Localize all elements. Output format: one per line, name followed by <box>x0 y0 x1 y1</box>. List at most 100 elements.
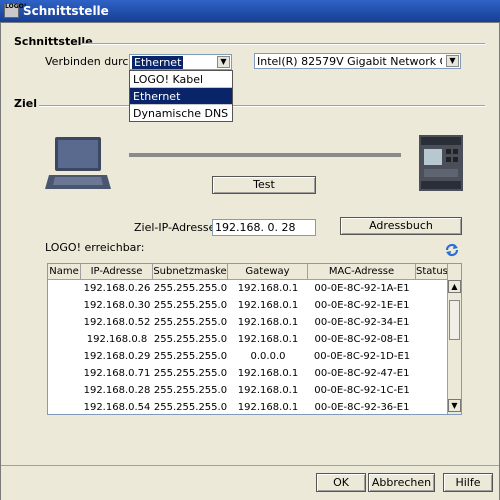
column-header-status[interactable]: Status <box>416 264 448 279</box>
cell-ip: 192.168.0.54 <box>83 402 151 413</box>
cell-gateway: 192.168.0.1 <box>237 334 299 345</box>
cell-name <box>48 298 81 314</box>
dialog-footer: OK Abbrechen Hilfe <box>1 465 499 500</box>
cell-name <box>48 281 81 297</box>
adapter-combo-value: Intel(R) 82579V Gigabit Network Con... <box>257 55 442 68</box>
cell-mac: 00-0E-8C-92-1C-E1 <box>314 385 410 396</box>
cell-mac: 00-0E-8C-92-1A-E1 <box>314 283 410 294</box>
interface-section-title: Schnittstelle <box>14 35 93 48</box>
cell-status <box>416 298 448 314</box>
cell-gateway: 192.168.0.1 <box>237 402 299 413</box>
dropdown-option-dynamic-dns[interactable]: Dynamische DNS <box>130 105 232 122</box>
interface-divider <box>81 43 485 45</box>
cell-gateway: 192.168.0.1 <box>237 317 299 328</box>
column-header-mask[interactable]: Subnetzmaske <box>153 264 228 279</box>
table-row[interactable]: 192.168.0.30 255.255.255.0 192.168.0.1 00-0… <box>48 298 447 314</box>
scroll-thumb[interactable] <box>449 300 460 340</box>
chevron-down-icon[interactable]: ▼ <box>217 56 230 68</box>
table-row[interactable]: 192.168.0.54 255.255.255.0 192.168.0.1 00-0… <box>48 400 448 414</box>
logo-app-icon: LOGO! <box>4 3 26 18</box>
cell-name <box>48 383 81 399</box>
target-divider <box>39 105 485 107</box>
column-header-name[interactable]: Name <box>48 264 81 279</box>
scroll-down-arrow-icon[interactable]: ▼ <box>448 399 461 412</box>
cell-status <box>416 400 448 414</box>
cell-gateway: 0.0.0.0 <box>250 351 286 362</box>
cell-name <box>48 400 81 414</box>
table-scrollbar[interactable]: ▲ ▼ <box>447 264 461 414</box>
column-header-ip[interactable]: IP-Adresse <box>81 264 153 279</box>
cell-mac: 00-0E-8C-92-47-E1 <box>314 368 410 379</box>
cell-status <box>416 332 448 348</box>
dropdown-option-ethernet[interactable]: Ethernet <box>130 88 232 105</box>
refresh-icon[interactable] <box>444 242 460 258</box>
target-section-title: Ziel <box>14 97 37 110</box>
cell-mac: 00-0E-8C-92-34-E1 <box>314 317 410 328</box>
cell-ip: 192.168.0.29 <box>83 351 151 362</box>
table-row[interactable]: 192.168.0.52 255.255.255.0 192.168.0.1 00-0… <box>48 315 447 331</box>
target-ip-label: Ziel-IP-Adresse: <box>134 221 220 234</box>
dialog-body: Schnittstelle Verbinden durch: Ethernet … <box>0 22 500 500</box>
adapter-combo[interactable]: Intel(R) 82579V Gigabit Network Con... ▼ <box>254 53 461 69</box>
cell-mask: 255.255.255.0 <box>153 317 228 328</box>
cell-mask: 255.255.255.0 <box>153 385 228 396</box>
cell-ip: 192.168.0.26 <box>83 283 151 294</box>
cell-mask: 255.255.255.0 <box>153 283 228 294</box>
column-header-mac[interactable]: MAC-Adresse <box>308 264 416 279</box>
cell-status <box>416 315 448 331</box>
cell-name <box>48 315 81 331</box>
cell-name <box>48 366 81 382</box>
table-row[interactable]: 192.168.0.26 255.255.255.0 192.168.0.1 00-0… <box>48 281 447 297</box>
ok-button[interactable]: OK <box>316 473 366 492</box>
cell-status <box>416 281 448 297</box>
cell-gateway: 192.168.0.1 <box>237 385 299 396</box>
connect-combo-value: Ethernet <box>132 56 184 69</box>
cell-mac: 00-0E-8C-92-36-E1 <box>314 402 410 413</box>
cell-mask: 255.255.255.0 <box>153 334 228 345</box>
connect-dropdown-list[interactable]: LOGO! Kabel Ethernet Dynamische DNS <box>129 70 233 122</box>
scroll-up-arrow-icon[interactable]: ▲ <box>448 280 461 293</box>
column-header-gateway[interactable]: Gateway <box>228 264 308 279</box>
table-row[interactable]: 192.168.0.28 255.255.255.0 192.168.0.1 00-0… <box>48 383 447 399</box>
reachable-label: LOGO! erreichbar: <box>45 241 145 254</box>
window-title: Schnittstelle <box>23 4 109 18</box>
test-button[interactable]: Test <box>212 176 316 194</box>
cell-gateway: 192.168.0.1 <box>237 283 299 294</box>
cell-ip: 192.168.0.71 <box>83 368 151 379</box>
cell-mask: 255.255.255.0 <box>153 300 228 311</box>
cell-ip: 192.168.0.30 <box>83 300 151 311</box>
title-bar: LOGO! Schnittstelle <box>0 0 500 22</box>
cell-mask: 255.255.255.0 <box>153 368 228 379</box>
table-row[interactable]: 192.168.0.71 255.255.255.0 192.168.0.1 00-0… <box>48 366 447 382</box>
logo-device-icon <box>419 135 463 191</box>
cell-ip: 192.168.0.28 <box>83 385 151 396</box>
connect-label: Verbinden durch: <box>45 55 140 68</box>
cell-name <box>48 349 81 365</box>
target-ip-input[interactable]: 192.168. 0. 28 <box>212 219 316 236</box>
device-table[interactable]: Name IP-Adresse Subnetzmaske Gateway MAC… <box>47 263 462 415</box>
cell-mask: 255.255.255.0 <box>153 351 228 362</box>
cell-ip: 192.168.0.8 <box>86 334 148 345</box>
help-button[interactable]: Hilfe <box>443 473 493 492</box>
dropdown-option-logo-cable[interactable]: LOGO! Kabel <box>130 71 232 88</box>
laptop-icon <box>45 135 111 191</box>
cell-name <box>48 332 81 348</box>
connection-line <box>129 153 401 157</box>
table-header: Name IP-Adresse Subnetzmaske Gateway MAC… <box>48 264 448 280</box>
connect-combo[interactable]: Ethernet ▼ <box>129 54 232 70</box>
cell-mac: 00-0E-8C-92-1E-E1 <box>314 300 410 311</box>
cell-mac: 00-0E-8C-92-08-E1 <box>314 334 410 345</box>
cell-status <box>416 366 448 382</box>
cell-status <box>416 349 448 365</box>
cell-mask: 255.255.255.0 <box>153 402 228 413</box>
cell-mac: 00-0E-8C-92-1D-E1 <box>313 351 411 362</box>
table-row[interactable]: 192.168.0.29 255.255.255.0 0.0.0.0 00-0E-8C… <box>48 349 447 365</box>
cell-status <box>416 383 448 399</box>
cancel-button[interactable]: Abbrechen <box>368 473 435 492</box>
cell-gateway: 192.168.0.1 <box>237 368 299 379</box>
address-book-button[interactable]: Adressbuch <box>340 217 462 235</box>
table-row[interactable]: 192.168.0.8 255.255.255.0 192.168.0.1 00-0E… <box>48 332 447 348</box>
cell-gateway: 192.168.0.1 <box>237 300 299 311</box>
chevron-down-icon[interactable]: ▼ <box>446 55 459 67</box>
cell-ip: 192.168.0.52 <box>83 317 151 328</box>
